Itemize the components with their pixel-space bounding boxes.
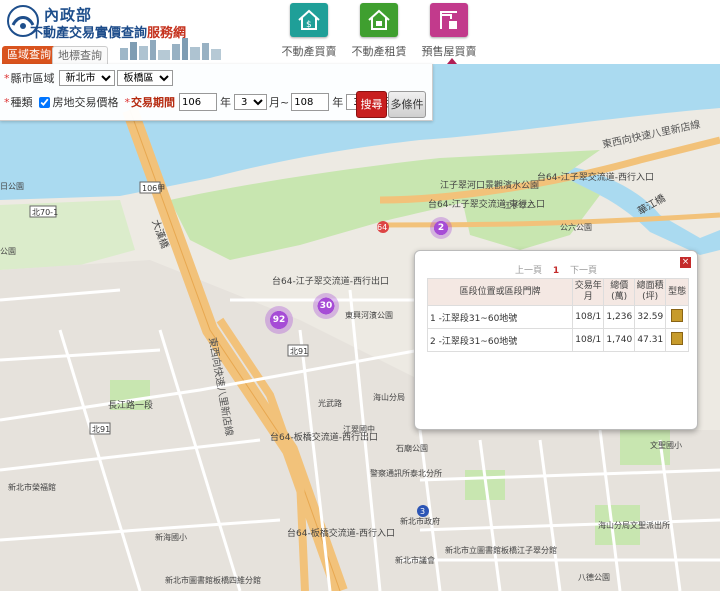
start-year-input[interactable]: [179, 93, 217, 111]
svg-text:海山分局: 海山分局: [373, 392, 405, 402]
nav-rent-button[interactable]: 不動產租賃: [351, 3, 407, 59]
pagination: 上一頁 1 下一頁: [415, 263, 697, 276]
detail-icon[interactable]: [671, 309, 684, 322]
svg-text:文聖國小: 文聖國小: [650, 440, 682, 450]
svg-text:北91: 北91: [290, 347, 308, 356]
active-nav-indicator: [447, 58, 457, 64]
svg-text:江子翠二: 江子翠二: [503, 201, 535, 210]
house-dollar-icon: $: [298, 9, 320, 30]
next-page-link[interactable]: 下一頁: [570, 266, 597, 276]
col-address: 區段位置或區段門牌: [426, 278, 574, 306]
land-price-checkbox[interactable]: [38, 96, 50, 108]
svg-text:新北市立圖書館板橋江子翠分館: 新北市立圖書館板橋江子翠分館: [445, 545, 557, 555]
end-year-input[interactable]: [291, 93, 330, 111]
svg-text:64: 64: [377, 223, 387, 232]
col-type: 型態: [665, 278, 689, 306]
start-month-select[interactable]: 3: [234, 94, 267, 110]
skyline-icon: [120, 38, 221, 60]
svg-text:新北市政府: 新北市政府: [400, 516, 440, 526]
house-key-icon: [368, 9, 390, 30]
multi-condition-button[interactable]: 多條件: [388, 91, 426, 118]
search-button[interactable]: 搜尋: [356, 91, 387, 118]
svg-text:長江路一段: 長江路一段: [108, 399, 153, 411]
city-row: * 縣市區域 新北市 板橋區: [4, 68, 175, 88]
cluster-marker-2[interactable]: 2: [430, 217, 452, 239]
svg-text:海山分局文聖派出所: 海山分局文聖派出所: [598, 520, 670, 530]
table-row[interactable]: 2 -江翠段31~60地號 108/1 1,740 47.31: [426, 328, 689, 352]
result-table: 區段位置或區段門牌 交易年月 總價(萬) 總面積(坪) 型態 1 -江翠段31~…: [426, 278, 689, 352]
site-header: 內政部 不動產交易實價查詢服務網 $ 不動產買賣 不動產租賃 預售屋買賣 區域查…: [0, 0, 720, 64]
col-date: 交易年月: [572, 278, 605, 306]
type-row: * 種類 房地交易價格 * 交易期間 年 3 月~ 年 3 月: [4, 92, 394, 112]
nav-presale-button[interactable]: 預售屋買賣: [421, 3, 477, 59]
svg-text:台64-江子翠交流道-西行出口: 台64-江子翠交流道-西行出口: [272, 275, 389, 287]
svg-text:$: $: [306, 20, 312, 30]
svg-text:新海國小: 新海國小: [155, 532, 187, 542]
svg-text:公園: 公園: [0, 247, 16, 256]
svg-text:日公園: 日公園: [0, 182, 24, 191]
svg-text:新北市圖書館板橋四維分館: 新北市圖書館板橋四維分館: [165, 575, 261, 585]
svg-text:新北市榮福館: 新北市榮福館: [8, 482, 56, 492]
prev-page-link[interactable]: 上一頁: [515, 266, 542, 276]
nav-sale-button[interactable]: $ 不動產買賣: [281, 3, 337, 59]
search-panel: * 縣市區域 新北市 板橋區 * 種類 房地交易價格 * 交易期間 年 3 月~…: [0, 64, 433, 121]
svg-text:石廟公園: 石廟公園: [396, 443, 428, 453]
svg-text:光武路: 光武路: [318, 398, 342, 408]
col-area: 總面積(坪): [634, 278, 667, 306]
tab-area-search[interactable]: 區域查詢: [2, 46, 56, 64]
crane-building-icon: [440, 11, 457, 29]
svg-text:新北市議會: 新北市議會: [395, 555, 435, 565]
result-popup: × 上一頁 1 下一頁 區段位置或區段門牌 交易年月 總價(萬) 總面積(坪) …: [414, 250, 698, 430]
svg-text:江翠國中: 江翠國中: [343, 424, 375, 434]
cluster-marker-92[interactable]: 92: [265, 306, 293, 334]
svg-text:東興河濱公園: 東興河濱公園: [345, 310, 393, 320]
svg-text:警察通訊所泰北分所: 警察通訊所泰北分所: [370, 468, 442, 478]
table-row[interactable]: 1 -江翠段31~60地號 108/1 1,236 32.59: [426, 305, 689, 329]
city-select[interactable]: 新北市: [58, 70, 115, 86]
detail-icon[interactable]: [671, 332, 684, 345]
svg-text:北70-1: 北70-1: [32, 208, 58, 217]
svg-text:北91: 北91: [92, 425, 110, 434]
svg-text:106甲: 106甲: [142, 184, 165, 193]
svg-text:台64-江子翠交流道-西行入口: 台64-江子翠交流道-西行入口: [537, 171, 654, 183]
svg-text:八德公園: 八德公園: [578, 572, 610, 582]
svg-text:公六公園: 公六公園: [560, 222, 592, 232]
tab-landmark-search[interactable]: 地標查詢: [52, 46, 108, 64]
col-total: 總價(萬): [603, 278, 636, 306]
district-select[interactable]: 板橋區: [116, 70, 173, 86]
cluster-marker-30[interactable]: 30: [313, 293, 339, 319]
svg-text:3: 3: [420, 507, 425, 516]
svg-text:台64-板橋交流道-西行入口: 台64-板橋交流道-西行入口: [287, 527, 395, 539]
svg-text:江子翠河口景觀濱水公園: 江子翠河口景觀濱水公園: [440, 179, 539, 191]
current-page: 1: [552, 266, 560, 276]
